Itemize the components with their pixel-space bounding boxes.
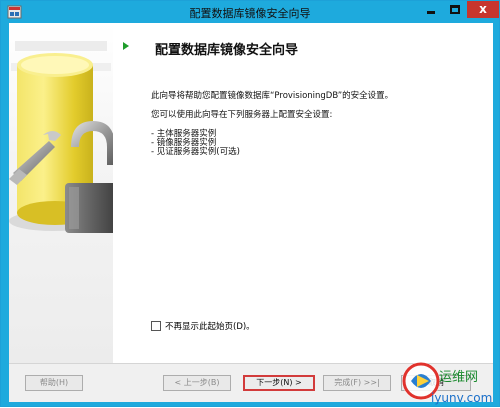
back-button[interactable]: < 上一步(B) <box>163 375 231 391</box>
maximize-icon <box>450 5 460 14</box>
skip-start-page-label[interactable]: 不再显示此起始页(D)。 <box>165 320 255 332</box>
next-button[interactable]: 下一步(N) > <box>243 375 315 391</box>
help-button[interactable]: 帮助(H) <box>25 375 83 391</box>
database-lock-illustration <box>9 41 113 233</box>
minimize-icon <box>427 11 435 14</box>
step-arrow-icon <box>123 42 129 50</box>
page-heading: 配置数据库镜像安全向导 <box>155 43 299 58</box>
intro-text: 此向导将帮助您配置镜像数据库“ProvisioningDB”的安全设置。 <box>151 91 394 101</box>
close-button[interactable]: x <box>467 1 499 18</box>
client-area: 配置数据库镜像安全向导 此向导将帮助您配置镜像数据库“ProvisioningD… <box>9 23 493 402</box>
instruction-text: 您可以使用此向导在下列服务器上配置安全设置: <box>151 110 333 120</box>
maximize-button[interactable] <box>443 1 467 18</box>
title-bar[interactable]: 配置数据库镜像安全向导 x <box>1 1 499 23</box>
wizard-illustration <box>9 23 113 363</box>
finish-button[interactable]: 完成(F) >>| <box>323 375 391 391</box>
watermark-text: 运维网 <box>439 370 478 385</box>
watermark-logo: 运维网 iyunv.com <box>402 362 492 405</box>
watermark-subtext: iyunv.com <box>431 391 492 405</box>
close-icon: x <box>479 2 487 16</box>
bullet-item: - 见证服务器实例(可选) <box>151 147 240 157</box>
minimize-button[interactable] <box>419 1 443 18</box>
skip-start-page-checkbox[interactable] <box>151 321 161 331</box>
wizard-header: 配置数据库镜像安全向导 <box>113 23 493 69</box>
wizard-page: 配置数据库镜像安全向导 此向导将帮助您配置镜像数据库“ProvisioningD… <box>9 23 493 363</box>
wizard-window: 配置数据库镜像安全向导 x 配置数据库镜像安全向导 此向导将帮助您配置镜像数据库… <box>0 0 500 407</box>
